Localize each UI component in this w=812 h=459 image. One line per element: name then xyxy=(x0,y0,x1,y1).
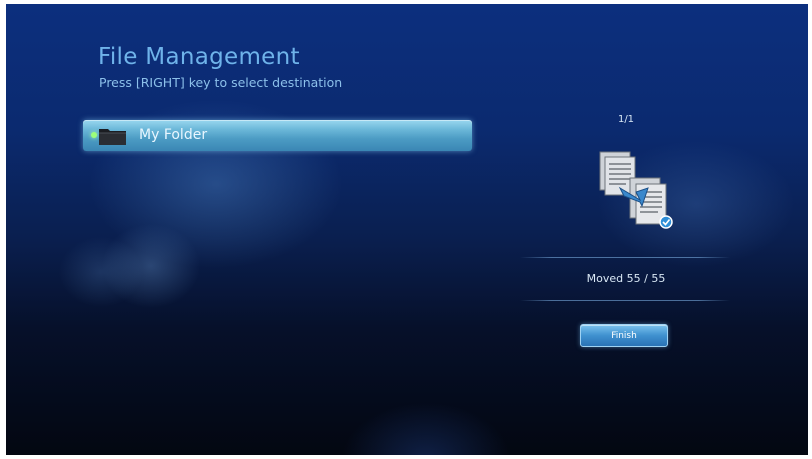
folder-list-item-my-folder[interactable]: My Folder xyxy=(83,120,472,151)
folder-label: My Folder xyxy=(139,127,208,143)
page-indicator: 1/1 xyxy=(617,114,635,125)
finish-button[interactable]: Finish xyxy=(580,324,668,347)
copy-complete-icon xyxy=(599,151,673,229)
file-management-screen: File Management Press [RIGHT] key to sel… xyxy=(6,4,808,455)
selection-indicator-dot xyxy=(91,132,97,138)
move-status-text: Moved 55 / 55 xyxy=(586,272,666,285)
page-title: File Management xyxy=(98,44,300,70)
instruction-text: Press [RIGHT] key to select destination xyxy=(99,75,343,90)
folder-icon xyxy=(99,129,126,145)
status-divider-top xyxy=(520,257,730,258)
status-divider-bottom xyxy=(520,300,730,301)
